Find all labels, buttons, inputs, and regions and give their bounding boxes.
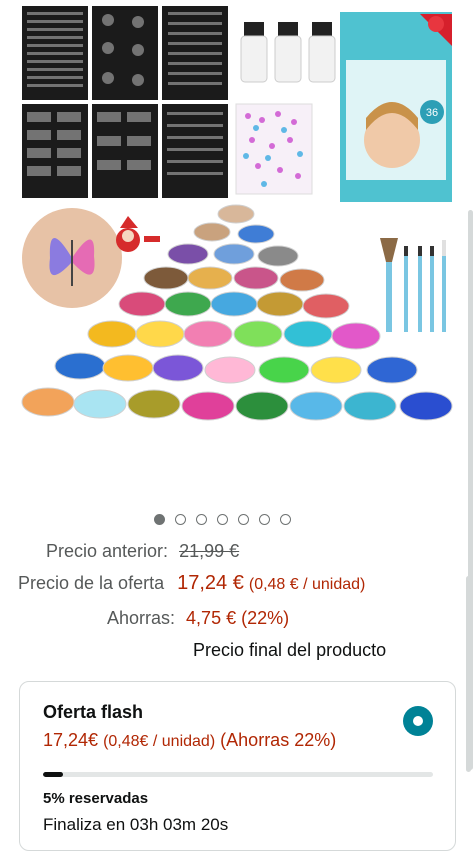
deal-countdown: Finaliza en 03h 03m 20s xyxy=(43,815,229,834)
butterfly-tattoo-sample xyxy=(22,208,122,308)
gem-sticker-sheet xyxy=(235,103,313,195)
deal-unit-price: (0,48 € / unidad) xyxy=(248,576,366,593)
flash-deal-card[interactable]: Oferta flash 17,24€ (0,48€ / unidad) (Ah… xyxy=(19,681,456,851)
claimed-text: 5% reservadas xyxy=(43,790,149,807)
deal-price-value: 17,24 € xyxy=(177,572,244,594)
previous-price-label: Precio anterior: xyxy=(46,541,169,561)
savings-value: 4,75 € (22%) xyxy=(186,608,290,628)
previous-price-value: 21,99 € xyxy=(179,541,240,561)
savings-label: Ahorras: xyxy=(107,608,176,628)
image-carousel-dots[interactable] xyxy=(154,514,291,525)
box-badge: 36 xyxy=(426,107,438,119)
carousel-dot[interactable] xyxy=(154,514,165,525)
product-box: 36 xyxy=(340,12,452,202)
carousel-dot[interactable] xyxy=(196,514,207,525)
previous-price-row: Precio anterior: 21,99 € xyxy=(46,541,239,562)
flash-deal-unit: (0,48€ / unidad) xyxy=(103,733,216,750)
final-price-note: Precio final del producto xyxy=(193,640,387,660)
carousel-dot[interactable] xyxy=(217,514,228,525)
brushes xyxy=(380,238,446,332)
santa-figure xyxy=(116,216,160,252)
claimed-progress-bar xyxy=(43,772,433,777)
flash-deal-price-line: 17,24€ (0,48€ / unidad) (Ahorras 22%) xyxy=(43,730,336,751)
claimed-progress-fill xyxy=(43,772,63,777)
flash-deal-price: 17,24€ xyxy=(43,730,99,750)
carousel-dot[interactable] xyxy=(238,514,249,525)
flash-deal-title: Oferta flash xyxy=(43,702,144,722)
deal-price-label: Precio de la oferta xyxy=(18,573,165,593)
deal-price-row: Precio de la oferta 17,24 € (0,48 € / un… xyxy=(18,572,365,595)
flash-deal-savings: (Ahorras 22%) xyxy=(220,730,337,750)
carousel-dot[interactable] xyxy=(175,514,186,525)
product-image[interactable]: 36 xyxy=(0,0,475,500)
stencil-sheets xyxy=(22,6,228,198)
glue-bottles xyxy=(240,22,336,83)
carousel-dot[interactable] xyxy=(280,514,291,525)
deal-radio-icon[interactable] xyxy=(403,706,433,736)
savings-row: Ahorras: 4,75 € (22%) xyxy=(107,608,289,629)
scrollbar-bottom[interactable] xyxy=(466,576,471,772)
carousel-dot[interactable] xyxy=(259,514,270,525)
